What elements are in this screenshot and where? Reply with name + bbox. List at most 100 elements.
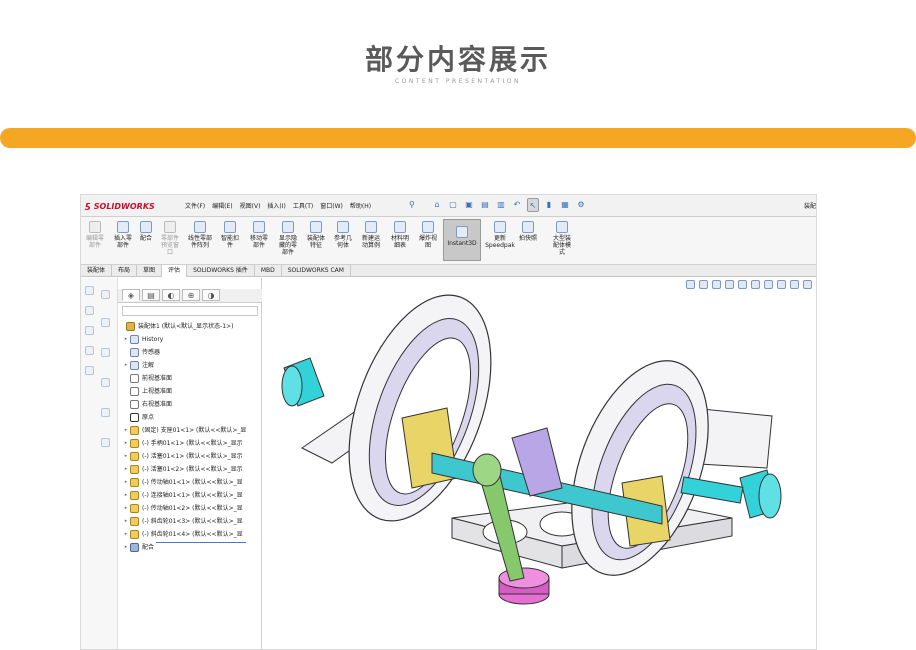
pin-icon[interactable]: ⚲: [409, 200, 415, 209]
ribbon-button-16[interactable]: 大型装 配体模 式: [547, 221, 577, 256]
command-tab-5[interactable]: MBD: [255, 265, 282, 277]
ribbon-button-label: 材料明 细表: [390, 235, 409, 249]
tree-expander-icon[interactable]: ▸: [122, 515, 130, 528]
tree-filter-input[interactable]: [122, 306, 258, 316]
tree-row-label: 右视基准面: [142, 401, 173, 408]
tree-row[interactable]: ▸ (-) 传动轴01<2> (默认<<默认>_显: [122, 502, 243, 515]
save-icon[interactable]: ▤: [479, 198, 491, 212]
command-tab-3[interactable]: 评估: [162, 265, 188, 277]
home-icon[interactable]: ⌂: [431, 198, 443, 212]
strip-icon-8[interactable]: [101, 348, 110, 357]
tree-row[interactable]: 装配体1 (默认<默认_显示状态-1>): [118, 320, 233, 333]
panel-tabs: ◈ ▤ ◐ ⊕ ◑: [118, 289, 262, 303]
strip-icon-5[interactable]: [85, 366, 94, 375]
tree-row-label: (-) 传动轴01<2> (默认<<默认>_显: [142, 505, 243, 512]
display-manager-tab-icon[interactable]: ◑: [202, 289, 220, 301]
strip-icon-2[interactable]: [85, 306, 94, 315]
ribbon-button-4[interactable]: 线性零部 件阵列: [185, 221, 215, 249]
file-properties-icon[interactable]: ▦: [559, 198, 571, 212]
ribbon-button-11[interactable]: 材料明 细表: [387, 221, 413, 249]
strip-icon-11[interactable]: [101, 438, 110, 447]
tree-row[interactable]: ▸ (-) 斜齿轮01<3> (默认<<默认>_显: [122, 515, 243, 528]
command-tab-2[interactable]: 草图: [137, 265, 163, 277]
tree-row[interactable]: ▸ (-) 手柄01<1> (默认<<默认>_显示: [122, 437, 243, 450]
new-document-icon[interactable]: ▢: [447, 198, 459, 212]
command-tab-1[interactable]: 布局: [112, 265, 138, 277]
ribbon-button-6[interactable]: 移动零 部件: [245, 221, 273, 249]
ribbon-button-7[interactable]: 显示隐 藏的零 部件: [275, 221, 301, 256]
tree-row[interactable]: 传感器: [122, 346, 160, 359]
menu-item-4[interactable]: 工具(T): [293, 201, 313, 210]
strip-icon-9[interactable]: [101, 378, 110, 387]
tree-row[interactable]: ▸ History: [122, 333, 163, 346]
ribbon-button-9[interactable]: 参考几 何体: [331, 221, 355, 249]
tree-row[interactable]: ▸ (-) 活塞01<1> (默认<<默认>_显示: [122, 450, 243, 463]
menu-item-0[interactable]: 文件(F): [185, 201, 205, 210]
tree-expander-icon[interactable]: ▸: [122, 424, 130, 437]
ribbon-button-15[interactable]: 拍快照: [513, 221, 543, 242]
ribbon-button-label: 配合: [139, 235, 152, 242]
tree-expander-icon[interactable]: ▸: [122, 359, 130, 372]
tree-expander-icon[interactable]: ▸: [122, 437, 130, 450]
tree-row[interactable]: ▸ 配合: [122, 541, 154, 554]
menu-item-2[interactable]: 视图(V): [240, 201, 261, 210]
tree-expander-icon[interactable]: ▸: [122, 502, 130, 515]
tree-expander-icon[interactable]: ▸: [122, 528, 130, 541]
feature-tree-tab-icon[interactable]: ◈: [122, 289, 140, 301]
tree-expander-icon[interactable]: ▸: [122, 476, 130, 489]
tree-row[interactable]: ▸ (-) 连接轴01<1> (默认<<默认>_显: [122, 489, 243, 502]
ribbon-button-5[interactable]: 智能扣 件: [217, 221, 243, 249]
strip-icon-4[interactable]: [85, 346, 94, 355]
ribbon-button-13[interactable]: Instant3D: [443, 219, 481, 261]
tree-row[interactable]: ▸ (-) 斜齿轮01<4> (默认<<默认>_显: [122, 528, 243, 541]
tree-expander-icon[interactable]: ▸: [122, 489, 130, 502]
tree-expander-icon[interactable]: ▸: [122, 541, 130, 554]
strip-icon-7[interactable]: [101, 318, 110, 327]
tree-row[interactable]: ▸ (-) 活塞01<2> (默认<<默认>_显示: [122, 463, 243, 476]
property-manager-tab-icon[interactable]: ▤: [142, 289, 160, 301]
select-cursor-icon[interactable]: ↖: [527, 198, 539, 212]
undo-icon[interactable]: ↶: [511, 198, 523, 212]
command-tab-6[interactable]: SOLIDWORKS CAM: [282, 265, 351, 277]
menu-item-5[interactable]: 窗口(W): [320, 201, 343, 210]
solidworks-logo: ƽ SOLIDWORKS: [85, 198, 173, 214]
ribbon-button-10[interactable]: 新建运 动算例: [357, 221, 385, 249]
menu-bar: 文件(F) 编辑(E) 视图(V) 插入(I) 工具(T) 窗口(W) 帮助(H): [185, 201, 371, 210]
ribbon-button-12[interactable]: 爆炸视 图: [415, 221, 441, 249]
ribbon-command-icon: [556, 221, 568, 233]
strip-icon-3[interactable]: [85, 326, 94, 335]
tree-expander-icon[interactable]: ▸: [122, 463, 130, 476]
open-folder-icon[interactable]: ▣: [463, 198, 475, 212]
ribbon-button-8[interactable]: 装配体 特征: [303, 221, 329, 249]
menu-item-1[interactable]: 编辑(E): [212, 201, 232, 210]
print-icon[interactable]: ▥: [495, 198, 507, 212]
command-tab-4[interactable]: SOLIDWORKS 插件: [187, 265, 255, 277]
traffic-light-icon[interactable]: ▮: [543, 198, 555, 212]
menu-item-3[interactable]: 插入(I): [267, 201, 285, 210]
strip-icon-6[interactable]: [101, 290, 110, 299]
ribbon-button-3[interactable]: 零部件 预览窗 口: [157, 221, 183, 256]
tree-row[interactable]: ▸ (-) 传动轴01<1> (默认<<默认>_显: [122, 476, 243, 489]
graphics-viewport[interactable]: [262, 278, 816, 649]
ribbon-command-icon: [337, 221, 349, 233]
menu-item-6[interactable]: 帮助(H): [350, 201, 371, 210]
command-tab-0[interactable]: 装配体: [81, 265, 113, 277]
tree-expander-icon[interactable]: ▸: [122, 333, 130, 346]
tree-row[interactable]: 上视基准面: [122, 385, 172, 398]
ribbon-button-2[interactable]: 配合: [137, 221, 155, 242]
ribbon-button-14[interactable]: 更新 Speedpak: [485, 221, 515, 249]
strip-icon-10[interactable]: [101, 408, 110, 417]
configuration-tab-icon[interactable]: ◐: [162, 289, 180, 301]
tree-row[interactable]: ▸ (固定) 支座01<1> (默认<<默认>_显: [122, 424, 246, 437]
tree-row[interactable]: 右视基准面: [122, 398, 172, 411]
tree-expander-icon[interactable]: ▸: [122, 450, 130, 463]
tree-row[interactable]: 原点: [122, 411, 154, 424]
tree-row[interactable]: ▸ 注解: [122, 359, 154, 372]
tree-row[interactable]: 前视基准面: [122, 372, 172, 385]
ribbon-button-1[interactable]: 插入零 部件: [111, 221, 135, 249]
ribbon-button-0[interactable]: 编辑零 部件: [83, 221, 107, 249]
part-icon: [130, 452, 139, 461]
strip-icon-1[interactable]: [85, 286, 94, 295]
settings-icon[interactable]: ⚙: [575, 198, 587, 212]
dimxpert-tab-icon[interactable]: ⊕: [182, 289, 200, 301]
